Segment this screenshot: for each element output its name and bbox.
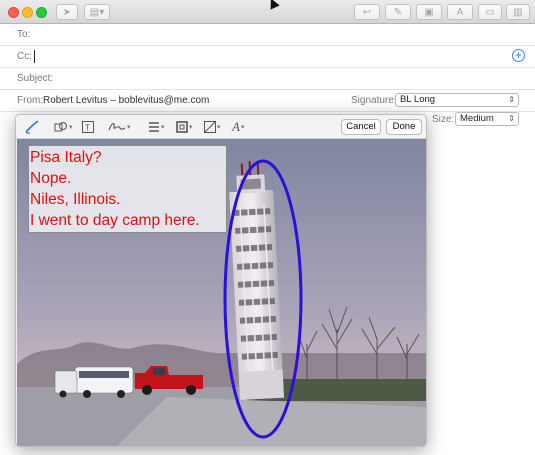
to-label: To: (17, 29, 31, 40)
attach-icon[interactable]: ✎ (385, 4, 411, 20)
from-value[interactable]: Robert Levitus – boblevitus@me.com (43, 95, 209, 106)
cancel-button[interactable]: Cancel (341, 119, 381, 135)
annotation-line: I went to day camp here. (30, 212, 200, 229)
signature-label: Signature: (351, 95, 397, 106)
add-contact-icon[interactable]: + (512, 49, 525, 62)
font-icon[interactable]: A (447, 4, 473, 20)
cc-field-row[interactable]: Cc: + (0, 46, 535, 68)
line-style-icon[interactable]: ▾ (148, 119, 165, 135)
from-label: From: (17, 95, 44, 106)
sidebar-icon[interactable]: ▥ (506, 4, 530, 20)
signature-select[interactable]: BL Long ⇕ (395, 93, 519, 107)
size-select[interactable]: Medium ⇕ (455, 112, 519, 126)
signature-value: BL Long (400, 94, 436, 105)
annotation-line: Niles, Illinois. (30, 191, 121, 208)
from-field-row: From: Robert Levitus – boblevitus@me.com… (0, 90, 535, 112)
cc-label: Cc: (17, 51, 32, 62)
markup-toolbar: ▾ T ▾ ▾ ▾ ▾ A ▾ Cancel Done (16, 115, 426, 139)
border-color-icon[interactable]: ▾ (176, 119, 193, 135)
size-label: Size: (432, 114, 455, 125)
send-icon[interactable]: ➤ (56, 4, 78, 20)
annotation-line: Nope. (30, 170, 72, 187)
minimize-window-button[interactable] (22, 7, 33, 18)
chevron-updown-icon: ⇕ (508, 114, 515, 123)
size-value: Medium (460, 113, 494, 124)
chevron-updown-icon: ⇕ (508, 95, 515, 104)
sign-tool-icon[interactable]: ▾ (108, 119, 131, 135)
to-field-row[interactable]: To: (0, 24, 535, 46)
text-annotation-box[interactable]: Pisa Italy? Nope. Niles, Illinois. I wen… (28, 145, 227, 233)
format-icon[interactable]: ▤▾ (84, 4, 110, 20)
photo-icon[interactable]: ▣ (416, 4, 442, 20)
svg-text:T: T (85, 124, 90, 133)
annotation-line: Pisa Italy? (30, 149, 102, 166)
mouse-cursor-icon (266, 0, 280, 10)
window-titlebar: ➤ ▤▾ ↩ ✎ ▣ A ▭ ▥ (0, 0, 535, 24)
sketch-tool-icon[interactable] (25, 119, 41, 135)
reply-icon[interactable]: ↩ (354, 4, 380, 20)
close-window-button[interactable] (8, 7, 19, 18)
text-tool-icon[interactable]: T (82, 119, 94, 135)
shapes-tool-icon[interactable]: ▾ (54, 119, 73, 135)
subject-label: Subject: (17, 73, 54, 84)
subject-field-row[interactable]: Subject: (0, 68, 535, 90)
text-caret (34, 50, 35, 63)
font-style-icon[interactable]: A ▾ (232, 119, 244, 135)
zoom-window-button[interactable] (36, 7, 47, 18)
window-icon[interactable]: ▭ (478, 4, 502, 20)
markup-panel: ▾ T ▾ ▾ ▾ ▾ A ▾ Cancel Done Pisa Italy? … (15, 114, 427, 447)
fill-color-icon[interactable]: ▾ (204, 119, 221, 135)
done-button[interactable]: Done (386, 119, 422, 135)
